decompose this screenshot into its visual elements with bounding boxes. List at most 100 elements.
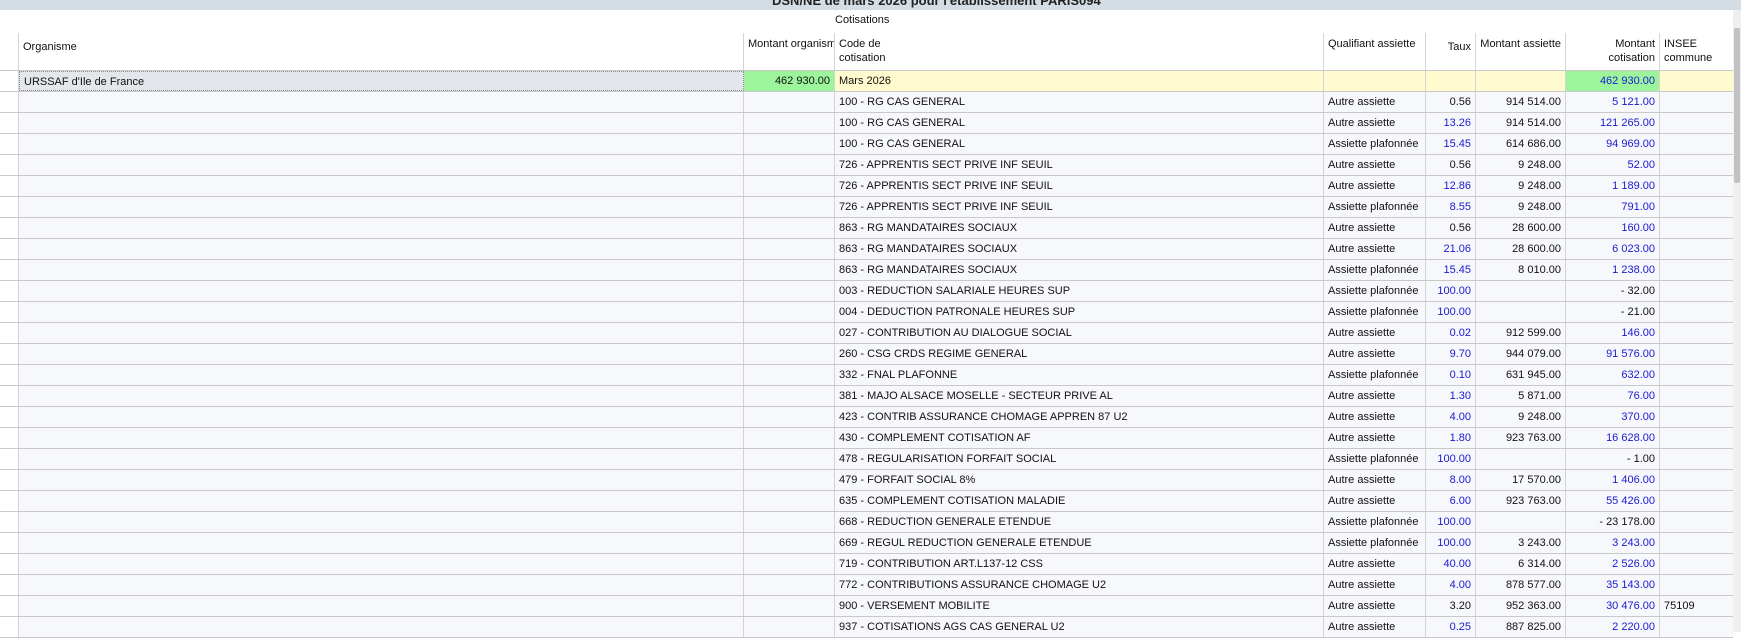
taux-cell[interactable]: 100.00 [1426,449,1476,469]
montant-cotisation-cell[interactable]: 791.00 [1566,197,1660,217]
table-row[interactable]: 479 - FORFAIT SOCIAL 8% Autre assiette 8.0… [0,470,1733,491]
montant-assiette-cell: 887 825.00 [1476,617,1566,637]
table-row[interactable]: 726 - APPRENTIS SECT PRIVE INF SEUIL Autr… [0,155,1733,176]
montant-organisme-cell [744,239,835,259]
taux-cell[interactable]: 13.26 [1426,113,1476,133]
table-row[interactable]: 668 - REDUCTION GENERALE ETENDUE Assiette… [0,512,1733,533]
montant-cotisation-cell[interactable]: 5 121.00 [1566,92,1660,112]
table-row[interactable]: 100 - RG CAS GENERAL Autre assiette 13.26 9… [0,113,1733,134]
organisme-name[interactable]: URSSAF d'Ile de France [19,71,744,91]
header-montant-organisme[interactable]: Montant organisme [744,33,835,70]
header-code-cotisation[interactable]: Code de cotisation [835,33,895,70]
montant-assiette-cell: 631 945.00 [1476,365,1566,385]
montant-cotisation-cell[interactable]: 30 476.00 [1566,596,1660,616]
taux-cell[interactable]: 0.25 [1426,617,1476,637]
taux-cell[interactable]: 1.30 [1426,386,1476,406]
montant-cotisation-cell[interactable]: 6 023.00 [1566,239,1660,259]
table-row[interactable]: 772 - CONTRIBUTIONS ASSURANCE CHOMAGE U2… [0,575,1733,596]
montant-organisme-cell [744,533,835,553]
scrollbar-thumb[interactable] [1734,28,1740,183]
table-row[interactable]: 937 - COTISATIONS AGS CAS GENERAL U2 Autr… [0,617,1733,638]
montant-cotisation-cell[interactable]: 55 426.00 [1566,491,1660,511]
taux-cell[interactable]: 0.02 [1426,323,1476,343]
taux-cell[interactable]: 4.00 [1426,575,1476,595]
qualifiant-assiette-cell: Autre assiette [1324,428,1426,448]
organisme-cell [19,470,744,490]
code-cotisation-cell: 668 - REDUCTION GENERALE ETENDUE [835,512,1324,532]
montant-cotisation-cell[interactable]: 1 406.00 [1566,470,1660,490]
table-row[interactable]: 004 - DEDUCTION PATRONALE HEURES SUP Assi… [0,302,1733,323]
montant-cotisation-cell[interactable]: 91 576.00 [1566,344,1660,364]
organisme-cell [19,239,744,259]
table-row[interactable]: 726 - APPRENTIS SECT PRIVE INF SEUIL Assi… [0,197,1733,218]
table-row[interactable]: 669 - REGUL REDUCTION GENERALE ETENDUE As… [0,533,1733,554]
montant-cotisation-cell[interactable]: 16 628.00 [1566,428,1660,448]
table-row[interactable]: 863 - RG MANDATAIRES SOCIAUX Autre assiet… [0,239,1733,260]
table-row[interactable]: 260 - CSG CRDS REGIME GENERAL Autre assie… [0,344,1733,365]
table-row[interactable]: 726 - APPRENTIS SECT PRIVE INF SEUIL Autr… [0,176,1733,197]
montant-cotisation-cell[interactable]: 370.00 [1566,407,1660,427]
taux-cell[interactable]: 15.45 [1426,134,1476,154]
header-montant-cotisation[interactable]: Montant cotisation [1566,33,1660,70]
table-row[interactable]: 863 - RG MANDATAIRES SOCIAUX Assiette pla… [0,260,1733,281]
vertical-scrollbar[interactable] [1733,10,1741,632]
table-row[interactable]: 332 - FNAL PLAFONNE Assiette plafonnée 0.1… [0,365,1733,386]
taux-cell[interactable]: 100.00 [1426,512,1476,532]
taux-cell[interactable]: 100.00 [1426,281,1476,301]
table-row[interactable]: 900 - VERSEMENT MOBILITE Autre assiette 3.… [0,596,1733,617]
montant-cotisation-cell[interactable]: 2 220.00 [1566,617,1660,637]
taux-cell[interactable]: 100.00 [1426,533,1476,553]
header-montant-assiette[interactable]: Montant assiette [1476,33,1566,70]
table-row[interactable]: 003 - REDUCTION SALARIALE HEURES SUP Assi… [0,281,1733,302]
header-qualifiant-assiette[interactable]: Qualifiant assiette [1324,33,1426,70]
montant-assiette-cell: 923 763.00 [1476,491,1566,511]
table-row[interactable]: 027 - CONTRIBUTION AU DIALOGUE SOCIAL Aut… [0,323,1733,344]
qualifiant-assiette-cell: Assiette plafonnée [1324,281,1426,301]
header-taux[interactable]: Taux [1426,33,1476,70]
taux-cell[interactable]: 9.70 [1426,344,1476,364]
montant-assiette-cell: 17 570.00 [1476,470,1566,490]
taux-cell[interactable]: 40.00 [1426,554,1476,574]
taux-cell[interactable]: 6.00 [1426,491,1476,511]
taux-cell[interactable]: 8.55 [1426,197,1476,217]
taux-cell[interactable]: 100.00 [1426,302,1476,322]
taux-cell[interactable]: 0.10 [1426,365,1476,385]
montant-cotisation-cell[interactable]: 121 265.00 [1566,113,1660,133]
montant-cotisation-total[interactable]: 462 930.00 [1566,71,1660,91]
periode: Mars 2026 [835,71,1324,91]
montant-cotisation-cell[interactable]: 52.00 [1566,155,1660,175]
header-insee-commune[interactable]: INSEE commune [1660,33,1733,70]
header-organisme[interactable]: Organisme [19,33,744,70]
organisme-row[interactable]: URSSAF d'Ile de France 462 930.00 Mars 2… [0,71,1733,92]
qualifiant-assiette-cell: Autre assiette [1324,344,1426,364]
montant-cotisation-cell[interactable]: 160.00 [1566,218,1660,238]
montant-cotisation-cell[interactable]: 3 243.00 [1566,533,1660,553]
taux-cell[interactable]: 8.00 [1426,470,1476,490]
montant-cotisation-cell[interactable]: 94 969.00 [1566,134,1660,154]
table-row[interactable]: 863 - RG MANDATAIRES SOCIAUX Autre assiet… [0,218,1733,239]
taux-cell[interactable]: 12.86 [1426,176,1476,196]
montant-cotisation-cell[interactable]: 2 526.00 [1566,554,1660,574]
montant-cotisation-cell[interactable]: 632.00 [1566,365,1660,385]
montant-assiette-cell: 5 871.00 [1476,386,1566,406]
taux-cell[interactable]: 21.06 [1426,239,1476,259]
montant-cotisation-cell[interactable]: 35 143.00 [1566,575,1660,595]
table-row[interactable]: 430 - COMPLEMENT COTISATION AF Autre assi… [0,428,1733,449]
table-row[interactable]: 478 - REGULARISATION FORFAIT SOCIAL Assie… [0,449,1733,470]
taux-cell[interactable]: 4.00 [1426,407,1476,427]
montant-cotisation-cell[interactable]: 76.00 [1566,386,1660,406]
table-row[interactable]: 100 - RG CAS GENERAL Assiette plafonnée 15… [0,134,1733,155]
table-row[interactable]: 381 - MAJO ALSACE MOSELLE - SECTEUR PRIV… [0,386,1733,407]
insee-commune-cell [1660,449,1733,469]
table-row[interactable]: 100 - RG CAS GENERAL Autre assiette 0.56 91… [0,92,1733,113]
montant-cotisation-cell[interactable]: 146.00 [1566,323,1660,343]
row-gutter [0,365,19,385]
montant-cotisation-cell[interactable]: 1 238.00 [1566,260,1660,280]
montant-cotisation-cell[interactable]: 1 189.00 [1566,176,1660,196]
table-row[interactable]: 719 - CONTRIBUTION ART.L137-12 CSS Autre … [0,554,1733,575]
table-row[interactable]: 635 - COMPLEMENT COTISATION MALADIE Autre… [0,491,1733,512]
montant-assiette-cell: 3 243.00 [1476,533,1566,553]
taux-cell[interactable]: 1.80 [1426,428,1476,448]
table-row[interactable]: 423 - CONTRIB ASSURANCE CHOMAGE APPREN 8… [0,407,1733,428]
taux-cell[interactable]: 15.45 [1426,260,1476,280]
